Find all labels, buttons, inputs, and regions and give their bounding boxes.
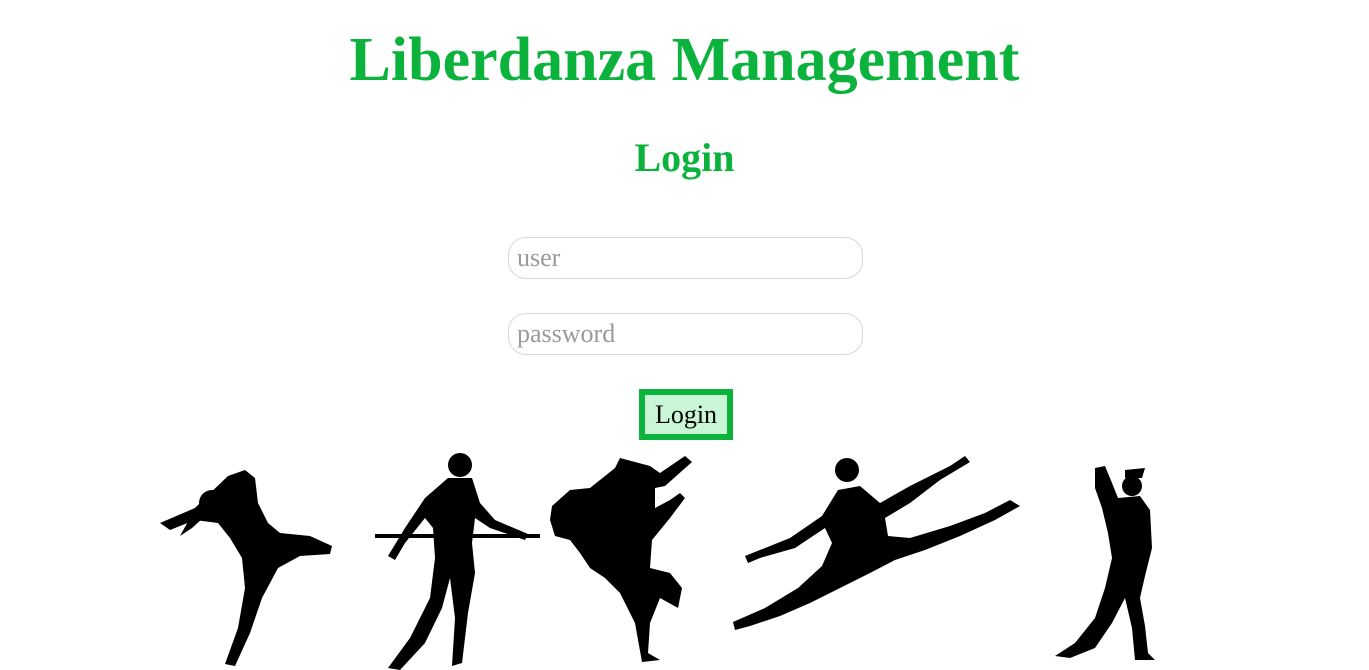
page-title: Login: [634, 135, 735, 180]
login-page: Liberdanza Management Login Login: [0, 0, 1369, 670]
dancer-2-silhouette: [375, 453, 540, 670]
login-button[interactable]: Login: [639, 389, 733, 440]
dancer-1-silhouette: [160, 470, 332, 666]
dancer-4-silhouette: [733, 456, 1020, 630]
dancer-5-silhouette: [1055, 466, 1155, 660]
app-title: Liberdanza Management: [349, 26, 1020, 94]
username-field[interactable]: [508, 237, 863, 279]
dancers-silhouettes-image: [160, 453, 1155, 670]
password-field[interactable]: [508, 313, 863, 355]
dancer-3-silhouette: [550, 456, 692, 662]
